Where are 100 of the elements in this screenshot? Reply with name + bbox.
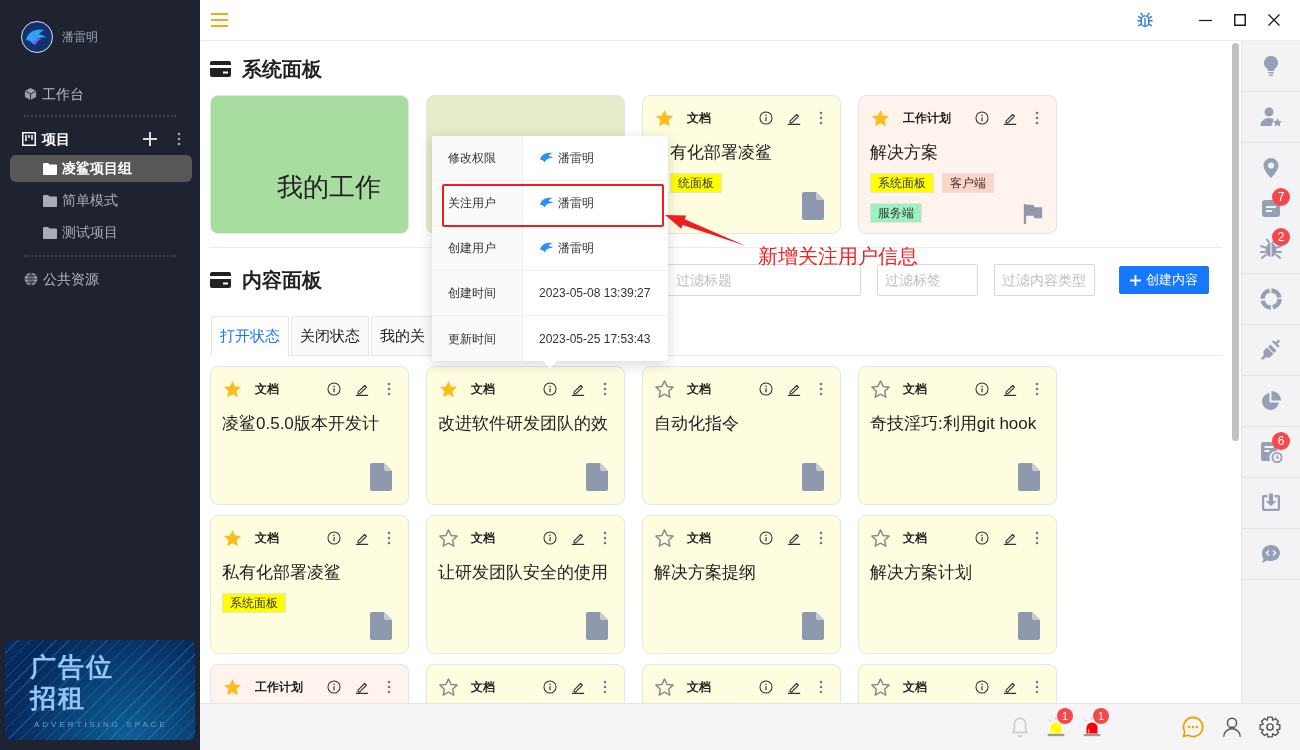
edit-icon[interactable] xyxy=(787,111,801,125)
star-icon[interactable] xyxy=(654,527,675,549)
user-icon[interactable] xyxy=(1221,716,1243,738)
edit-icon[interactable] xyxy=(1003,531,1017,545)
plug-icon[interactable] xyxy=(1259,338,1283,362)
more-icon[interactable] xyxy=(1035,111,1039,125)
content-card[interactable]: 文档 xyxy=(642,664,841,703)
document-icon xyxy=(1018,463,1040,491)
tab[interactable]: 打开状态 xyxy=(211,316,289,356)
edit-icon[interactable] xyxy=(355,680,369,694)
filter-field[interactable]: 过滤内容类型 xyxy=(994,264,1095,296)
more-icon[interactable] xyxy=(1035,531,1039,545)
edit-icon[interactable] xyxy=(787,382,801,396)
more-icon[interactable] xyxy=(387,680,391,694)
more-icon[interactable] xyxy=(819,680,823,694)
star-icon[interactable] xyxy=(222,378,243,400)
more-icon[interactable] xyxy=(177,132,181,146)
info-icon[interactable] xyxy=(975,531,989,545)
ring-icon[interactable] xyxy=(1259,287,1283,311)
star-icon[interactable] xyxy=(870,527,891,549)
more-icon[interactable] xyxy=(387,531,391,545)
more-icon[interactable] xyxy=(603,531,607,545)
project-item[interactable]: 简单模式 xyxy=(10,187,192,214)
info-icon[interactable] xyxy=(327,680,341,694)
edit-icon[interactable] xyxy=(571,680,585,694)
content-card[interactable]: 文档 自动化指令 xyxy=(642,366,841,505)
settings-icon[interactable] xyxy=(1259,716,1281,738)
star-icon[interactable] xyxy=(222,527,243,549)
nav-link[interactable]: 工作台 xyxy=(0,82,200,106)
document-icon xyxy=(802,463,824,491)
content-card[interactable]: 文档 私有化部署凌鲨 系统面板 xyxy=(210,515,409,654)
content-card[interactable]: 文档 改进软件研发团队的效 xyxy=(426,366,625,505)
nav-link[interactable]: 公共资源 xyxy=(0,267,200,291)
content-card[interactable]: 文档 解决方案计划 xyxy=(858,515,1057,654)
more-icon[interactable] xyxy=(819,382,823,396)
star-icon[interactable] xyxy=(654,107,675,129)
content-card[interactable]: 文档 xyxy=(426,664,625,703)
more-icon[interactable] xyxy=(603,382,607,396)
star-icon[interactable] xyxy=(870,107,891,129)
more-icon[interactable] xyxy=(1035,680,1039,694)
content-card[interactable]: 文档 解决方案提纲 xyxy=(642,515,841,654)
info-icon[interactable] xyxy=(759,680,773,694)
card-title: 改进软件研发团队的效 xyxy=(438,413,608,435)
edit-icon[interactable] xyxy=(571,531,585,545)
more-icon[interactable] xyxy=(819,111,823,125)
edit-icon[interactable] xyxy=(787,680,801,694)
more-icon[interactable] xyxy=(1035,382,1039,396)
shortcut-card[interactable]: 我的工作 xyxy=(210,95,409,234)
edit-icon[interactable] xyxy=(787,531,801,545)
tab[interactable]: 关闭状态 xyxy=(291,316,369,356)
info-icon[interactable] xyxy=(759,111,773,125)
maximize-icon[interactable] xyxy=(1234,14,1246,26)
star-icon[interactable] xyxy=(870,378,891,400)
edit-icon[interactable] xyxy=(355,531,369,545)
star-icon[interactable] xyxy=(222,676,243,698)
content-card[interactable]: 文档 有化部署凌鲨 统面板 xyxy=(642,95,841,234)
info-icon[interactable] xyxy=(327,382,341,396)
star-icon[interactable] xyxy=(438,527,459,549)
content-card[interactable]: 文档 凌鲨0.5.0版本开发计 xyxy=(210,366,409,505)
star-icon[interactable] xyxy=(654,378,675,400)
info-icon[interactable] xyxy=(759,531,773,545)
edit-icon[interactable] xyxy=(1003,382,1017,396)
info-icon[interactable] xyxy=(543,382,557,396)
more-icon[interactable] xyxy=(387,382,391,396)
scrollbar-thumb[interactable] xyxy=(1232,43,1239,441)
more-icon[interactable] xyxy=(819,531,823,545)
info-icon[interactable] xyxy=(327,531,341,545)
info-icon[interactable] xyxy=(975,680,989,694)
edit-icon[interactable] xyxy=(355,382,369,396)
content-card[interactable]: 工作计划 解决方案 系统面板 客户端 服务端 xyxy=(858,95,1057,234)
project-item[interactable]: 凌鲨项目组 xyxy=(10,155,192,182)
info-icon[interactable] xyxy=(543,680,557,694)
content-card[interactable]: 工作计划 xyxy=(210,664,409,703)
info-icon[interactable] xyxy=(975,382,989,396)
edit-icon[interactable] xyxy=(571,382,585,396)
wallet-icon xyxy=(210,61,231,77)
content-card[interactable]: 文档 xyxy=(858,664,1057,703)
create-content-button[interactable]: 创建内容 xyxy=(1119,266,1209,294)
code-chat-icon[interactable] xyxy=(1259,542,1283,566)
bug-icon[interactable] xyxy=(1136,11,1154,29)
ad-banner[interactable]: 广告位 招租 ADVERTISING SPACE xyxy=(5,640,195,740)
content-card[interactable]: 文档 让研发团队安全的使用 xyxy=(426,515,625,654)
field-label: 关注用户 xyxy=(432,181,523,225)
info-icon[interactable] xyxy=(543,531,557,545)
add-icon[interactable] xyxy=(143,132,157,146)
pie-chart-icon[interactable] xyxy=(1259,389,1283,413)
star-icon[interactable] xyxy=(870,676,891,698)
star-icon[interactable] xyxy=(438,378,459,400)
star-icon[interactable] xyxy=(438,676,459,698)
content-card[interactable]: 文档 奇技淫巧:利用git hook xyxy=(858,366,1057,505)
user-star-icon[interactable] xyxy=(1259,105,1283,129)
more-icon[interactable] xyxy=(603,680,607,694)
info-icon[interactable] xyxy=(759,382,773,396)
edit-icon[interactable] xyxy=(1003,111,1017,125)
info-icon[interactable] xyxy=(975,111,989,125)
tab[interactable]: 我的关 xyxy=(371,316,434,356)
edit-icon[interactable] xyxy=(1003,680,1017,694)
close-icon[interactable] xyxy=(1268,14,1280,26)
project-item[interactable]: 测试项目 xyxy=(10,219,192,246)
star-icon[interactable] xyxy=(654,676,675,698)
